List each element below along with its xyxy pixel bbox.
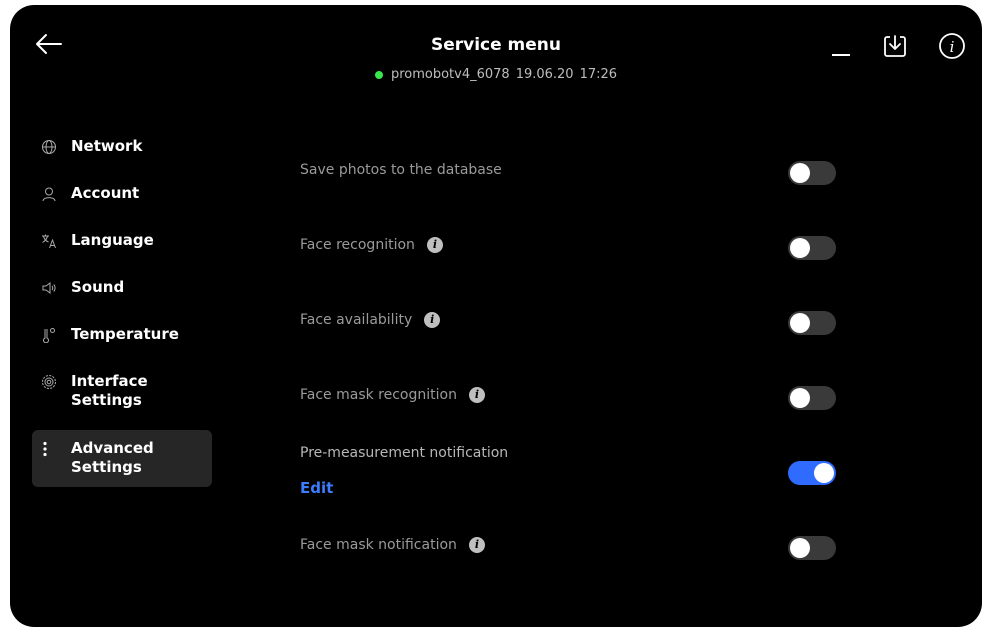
info-icon[interactable]: i: [468, 387, 485, 403]
setting-row-face-mask-notification: Face mask notification i: [300, 527, 840, 567]
translate-icon: [42, 234, 56, 249]
download-icon[interactable]: [882, 33, 908, 59]
status-date: 19.06.20: [515, 67, 574, 82]
edit-link[interactable]: Edit: [300, 479, 333, 497]
svg-text:i: i: [950, 38, 955, 56]
sidebar-item-network[interactable]: Network: [32, 129, 212, 164]
sidebar-item-label: Temperature: [71, 325, 179, 343]
pre-measurement-notification-toggle[interactable]: [788, 461, 836, 485]
device-status: promobotv4_6078 19.06.20 17:26: [10, 67, 982, 82]
info-icon[interactable]: i: [424, 312, 441, 328]
sidebar-item-label: Advanced Settings: [71, 439, 154, 476]
setting-row-face-recognition: Face recognition i: [300, 227, 840, 267]
setting-label: Pre-measurement notification: [300, 445, 509, 461]
sidebar-item-label: Interface Settings: [71, 372, 148, 409]
setting-row-face-mask-recognition: Face mask recognition i: [300, 377, 840, 417]
online-status-dot: [374, 70, 383, 79]
sidebar-item-language[interactable]: Language: [32, 223, 212, 258]
globe-icon: [42, 140, 56, 154]
minimize-icon[interactable]: [830, 35, 852, 57]
sidebar-item-label: Network: [71, 137, 143, 155]
face-recognition-toggle[interactable]: [788, 236, 836, 260]
sidebar-item-advanced-settings[interactable]: Advanced Settings: [32, 430, 212, 487]
thermometer-icon: [43, 328, 55, 343]
sidebar-item-label: Language: [71, 231, 154, 249]
speaker-icon: [42, 282, 56, 294]
gear-icon: [42, 375, 56, 389]
sidebar-item-temperature[interactable]: Temperature: [32, 317, 212, 352]
status-time: 17:26: [579, 67, 618, 82]
setting-label: Face mask recognition i: [300, 387, 485, 403]
service-menu-screen: Service menu promobotv4_6078 19.06.20 17…: [10, 5, 982, 627]
setting-label: Face mask notification i: [300, 537, 485, 553]
sidebar-item-label: Sound: [71, 278, 125, 296]
user-icon: [42, 187, 56, 202]
sidebar-item-sound[interactable]: Sound: [32, 270, 212, 305]
sidebar-item-interface-settings[interactable]: Interface Settings: [32, 364, 212, 418]
info-icon[interactable]: i: [468, 537, 485, 553]
save-photos-toggle[interactable]: [788, 161, 836, 185]
setting-row-pre-measurement-notification: Pre-measurement notification Edit: [300, 435, 840, 505]
info-icon[interactable]: i: [938, 32, 966, 60]
sidebar: Network Account Language Sound Temperatu…: [32, 129, 212, 499]
more-vertical-icon: [43, 441, 47, 457]
face-availability-toggle[interactable]: [788, 311, 836, 335]
face-mask-recognition-toggle[interactable]: [788, 386, 836, 410]
sidebar-item-label: Account: [71, 184, 140, 202]
device-id: promobotv4_6078: [390, 67, 510, 82]
setting-label: Face availability i: [300, 312, 441, 328]
setting-row-face-availability: Face availability i: [300, 302, 840, 342]
setting-label: Face recognition i: [300, 237, 443, 253]
info-icon[interactable]: i: [426, 237, 443, 253]
face-mask-notification-toggle[interactable]: [788, 536, 836, 560]
setting-label: Save photos to the database: [300, 162, 502, 178]
sidebar-item-account[interactable]: Account: [32, 176, 212, 211]
setting-row-save-photos: Save photos to the database: [300, 152, 840, 192]
